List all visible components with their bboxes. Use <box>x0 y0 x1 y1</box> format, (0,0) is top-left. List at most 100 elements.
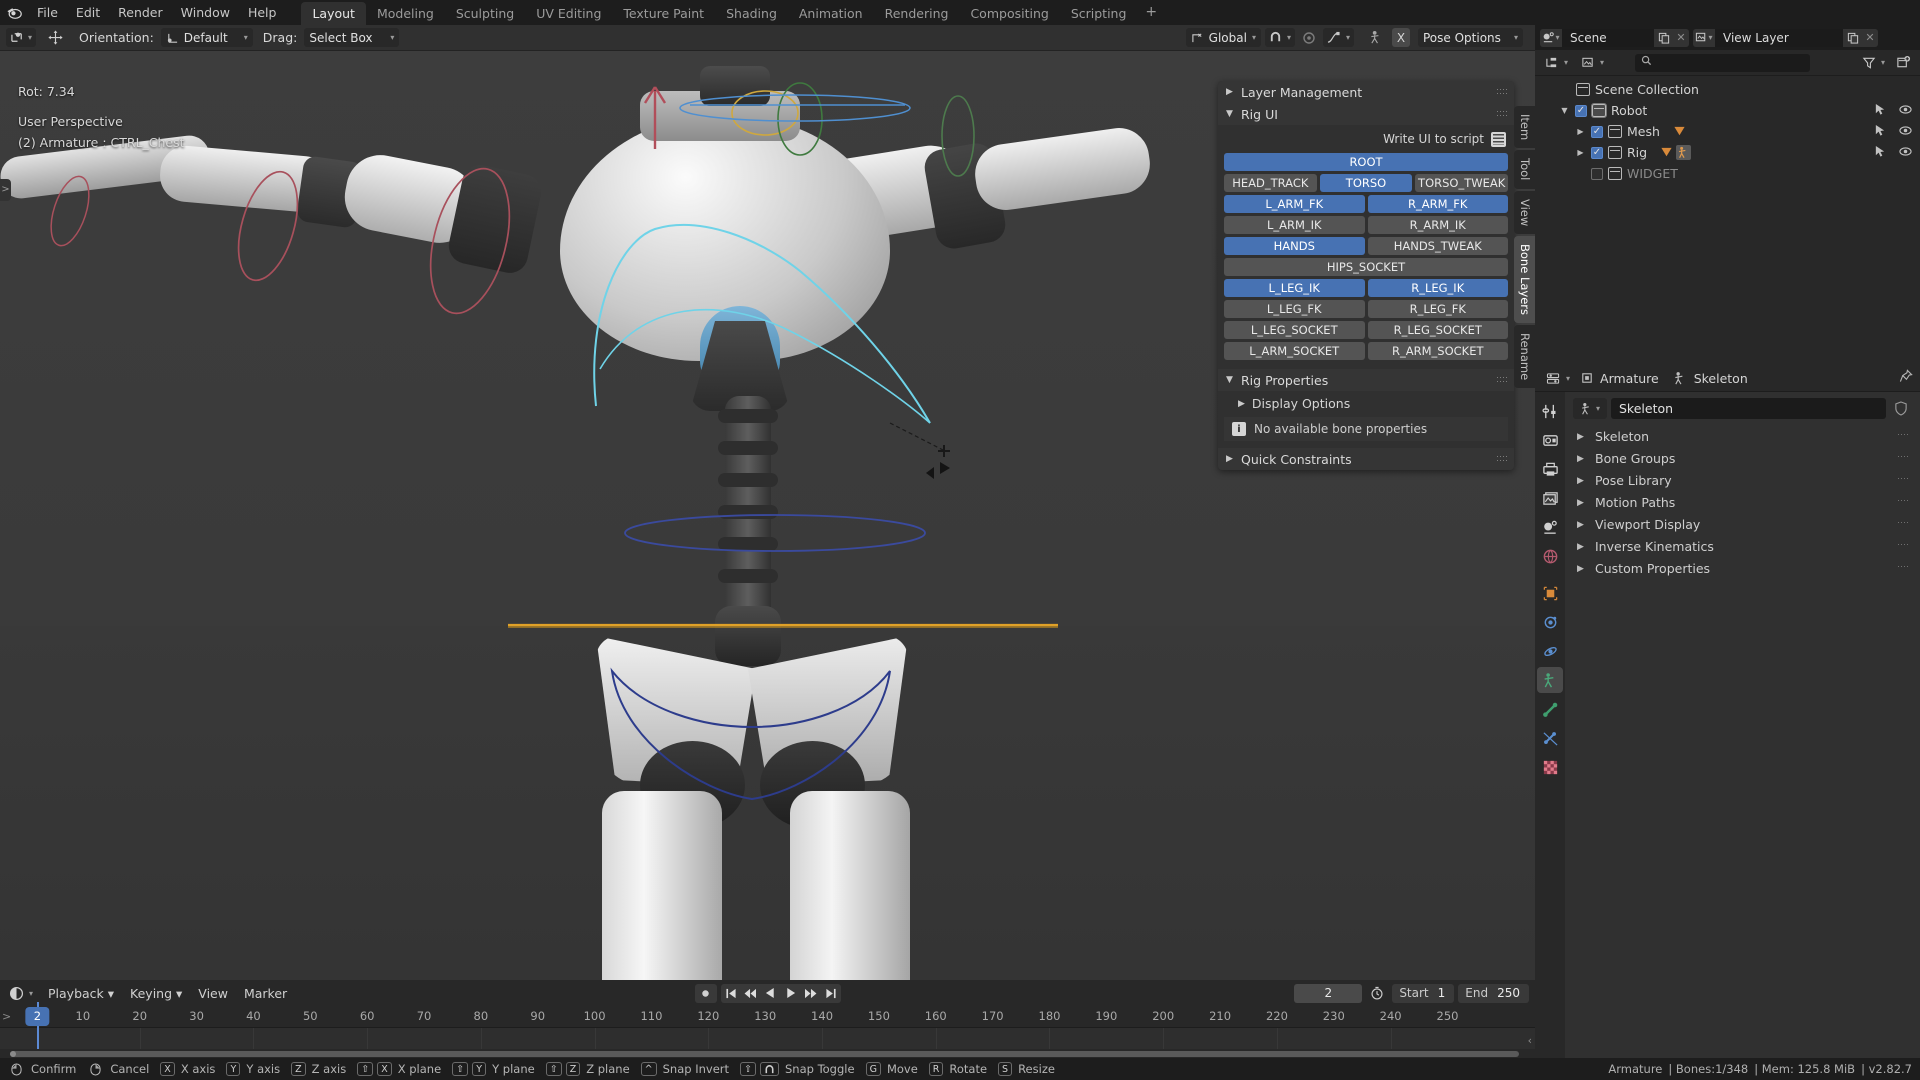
eye-icon[interactable] <box>1899 124 1912 140</box>
pose-options-dropdown[interactable]: Pose Options ▾ <box>1418 28 1523 47</box>
workspace-tab-modeling[interactable]: Modeling <box>366 2 445 25</box>
rig-layer-l_arm_ik[interactable]: L_ARM_IK <box>1224 216 1365 234</box>
timeline-scrollbar-handle[interactable] <box>10 1051 1519 1057</box>
toolbar-expand-arrow[interactable]: > <box>0 179 11 201</box>
armature-data-icon[interactable]: ▾ <box>1573 398 1607 419</box>
chevron-right-icon[interactable]: ▶ <box>1575 148 1586 157</box>
close-icon[interactable]: ✕ <box>1673 28 1689 47</box>
outliner-row-scene-collection[interactable]: Scene Collection <box>1535 79 1920 100</box>
timeline-scrollbar[interactable] <box>0 1049 1535 1058</box>
viewport-canvas[interactable]: Rot: 7.34 User Perspective (2) Armature … <box>0 51 1535 980</box>
modifier-triangle-icon[interactable] <box>1673 125 1686 138</box>
properties-tab-bone-constraint-icon[interactable] <box>1537 725 1563 751</box>
workspace-tab-compositing[interactable]: Compositing <box>959 2 1059 25</box>
properties-tab-material-checker-icon[interactable] <box>1537 754 1563 780</box>
rig-layer-head_track[interactable]: HEAD_TRACK <box>1224 174 1317 192</box>
properties-tab-render-icon[interactable] <box>1537 427 1563 453</box>
collection-checkbox[interactable] <box>1591 167 1603 180</box>
use-preview-range-icon[interactable] <box>1366 986 1388 1000</box>
cursor-select-icon[interactable] <box>1874 103 1886 119</box>
workspace-tab-layout[interactable]: Layout <box>301 2 366 25</box>
properties-panel-custom-properties[interactable]: ▶ Custom Properties <box>1573 558 1912 579</box>
rig-layer-l_leg_ik[interactable]: L_LEG_IK <box>1224 279 1365 297</box>
timeline-ruler[interactable]: 10 20 30 40 50 60 70 80 90 100 110 120 130 140 150 160 1… <box>0 1006 1535 1028</box>
next-keyframe-icon[interactable] <box>801 984 821 1003</box>
viewport-tab-rename[interactable]: Rename <box>1514 324 1535 388</box>
panel-header-layer-management[interactable]: ▶ Layer Management <box>1218 81 1514 103</box>
rig-layer-l_arm_socket[interactable]: L_ARM_SOCKET <box>1224 342 1365 360</box>
modifier-triangle-icon[interactable] <box>1660 146 1673 159</box>
menu-window[interactable]: Window <box>172 3 239 22</box>
play-icon[interactable] <box>781 984 801 1003</box>
view-layer-name[interactable]: View Layer <box>1715 28 1843 47</box>
duplicate-icon[interactable] <box>1843 28 1862 47</box>
subpanel-display-options[interactable]: ▶ Display Options <box>1224 393 1508 414</box>
properties-tab-modifiers-wrench-icon[interactable] <box>1537 609 1563 635</box>
viewport-tab-bone-layers[interactable]: Bone Layers <box>1514 235 1535 323</box>
rig-layer-r_arm_fk[interactable]: R_ARM_FK <box>1367 195 1508 213</box>
properties-tab-object-properties-icon[interactable] <box>1537 580 1563 606</box>
workspace-tab-scripting[interactable]: Scripting <box>1060 2 1138 25</box>
timeline-collapse-arrow[interactable]: ‹ <box>1528 1034 1532 1047</box>
timeline-track[interactable] <box>0 1028 1535 1049</box>
rig-layer-torso[interactable]: TORSO <box>1319 174 1413 192</box>
pose-mode-icon[interactable] <box>1366 28 1388 47</box>
jump-to-end-icon[interactable] <box>821 984 841 1003</box>
proportional-edit-icon[interactable] <box>1299 28 1319 47</box>
properties-panel-skeleton[interactable]: ▶ Skeleton <box>1573 426 1912 447</box>
menu-file[interactable]: File <box>28 3 67 22</box>
rig-layer-r_leg_ik[interactable]: R_LEG_IK <box>1367 279 1508 297</box>
chevron-down-icon[interactable]: ▼ <box>1559 106 1570 115</box>
properties-panel-inverse-kinematics[interactable]: ▶ Inverse Kinematics <box>1573 536 1912 557</box>
properties-panel-pose-library[interactable]: ▶ Pose Library <box>1573 470 1912 491</box>
timeline-menu-keying[interactable]: Keying ▾ <box>122 984 190 1003</box>
menu-edit[interactable]: Edit <box>67 3 109 22</box>
breadcrumb-skeleton[interactable]: Skeleton <box>1673 371 1748 386</box>
collection-checkbox[interactable]: ✓ <box>1591 146 1603 159</box>
properties-tab-scene-icon[interactable] <box>1537 514 1563 540</box>
drag-dropdown[interactable]: Select Box ▾ <box>304 28 400 47</box>
workspace-tab-rendering[interactable]: Rendering <box>874 2 960 25</box>
workspace-tab-uv-editing[interactable]: UV Editing <box>525 2 612 25</box>
filter-funnel-icon[interactable]: ▾ <box>1858 53 1889 72</box>
current-frame-field[interactable]: 2 <box>1294 983 1363 1003</box>
eye-icon[interactable] <box>1899 103 1912 119</box>
magnet-icon[interactable]: ▾ <box>1264 28 1295 47</box>
workspace-tab-shading[interactable]: Shading <box>715 2 788 25</box>
properties-tab-output-printer-icon[interactable] <box>1537 456 1563 482</box>
menu-render[interactable]: Render <box>109 3 172 22</box>
rig-layer-hands[interactable]: HANDS <box>1224 237 1365 255</box>
properties-tab-object-constraints-icon[interactable] <box>1537 667 1563 693</box>
outliner-row-widget[interactable]: WIDGET <box>1535 163 1920 184</box>
transform-orientation-dropdown[interactable]: Global ▾ <box>1185 28 1261 47</box>
pin-icon[interactable] <box>1899 369 1913 387</box>
timeline-channel-expand-arrow[interactable]: > <box>2 1010 11 1023</box>
properties-tab-bone-icon[interactable] <box>1537 696 1563 722</box>
workspace-tab-animation[interactable]: Animation <box>788 2 874 25</box>
search-input[interactable] <box>1634 53 1810 72</box>
jump-to-start-icon[interactable] <box>721 984 741 1003</box>
scene-name[interactable]: Scene <box>1562 28 1654 47</box>
view-layer-selector[interactable]: ▾ View Layer ✕ <box>1693 28 1878 47</box>
rig-layer-r_leg_fk[interactable]: R_LEG_FK <box>1367 300 1508 318</box>
outliner-display-mode-icon[interactable]: ▾ <box>1541 53 1573 72</box>
panel-header-rig-ui[interactable]: ▼ Rig UI <box>1218 103 1514 125</box>
outliner-row-rig[interactable]: ▶ ✓ Rig <box>1535 142 1920 163</box>
timeline-menu-marker[interactable]: Marker <box>236 984 295 1003</box>
panel-header-quick-constraints[interactable]: ▶ Quick Constraints <box>1218 448 1514 470</box>
properties-panel-viewport-display[interactable]: ▶ Viewport Display <box>1573 514 1912 535</box>
end-frame-control[interactable]: End 250 <box>1458 983 1529 1003</box>
start-frame-control[interactable]: Start 1 <box>1392 983 1455 1003</box>
properties-tab-tool-icon[interactable] <box>1537 398 1563 424</box>
workspace-tab-texture-paint[interactable]: Texture Paint <box>612 2 715 25</box>
pose-x-button[interactable]: X <box>1392 28 1410 47</box>
timeline-editor-icon[interactable]: ▾ <box>5 984 37 1003</box>
rig-layer-r_arm_socket[interactable]: R_ARM_SOCKET <box>1367 342 1508 360</box>
outliner-filter-id-icon[interactable]: ▾ <box>1577 53 1609 72</box>
properties-tab-world-icon[interactable] <box>1537 543 1563 569</box>
rig-layer-hips_socket[interactable]: HIPS_SOCKET <box>1224 258 1508 276</box>
properties-tab-physics-icon[interactable] <box>1537 638 1563 664</box>
panel-header-rig-properties[interactable]: ▼ Rig Properties <box>1218 369 1514 391</box>
scene-selector[interactable]: ▾ Scene ✕ <box>1540 28 1689 47</box>
workspace-tab-sculpting[interactable]: Sculpting <box>445 2 525 25</box>
